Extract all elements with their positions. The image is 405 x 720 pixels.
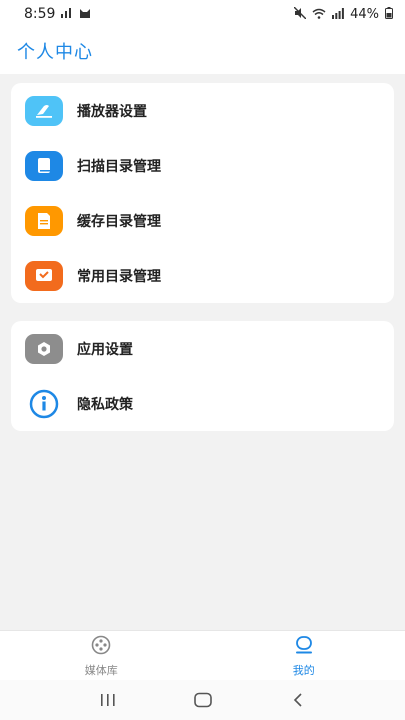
system-nav-bar (0, 680, 405, 720)
status-left: 8:59 (24, 6, 91, 22)
chat-check-icon (25, 260, 63, 291)
menu-card-directories: 播放器设置 扫描目录管理 缓存目录管理 常用目录管理 (11, 83, 394, 303)
menu-item-label: 播放器设置 (77, 103, 147, 120)
menu-item-label: 常用目录管理 (77, 268, 161, 285)
cat-icon (79, 8, 91, 21)
page-title: 个人中心 (17, 42, 93, 63)
menu-item-privacy-policy[interactable]: 隐私政策 (11, 376, 394, 431)
back-icon[interactable] (278, 685, 318, 715)
tab-media-library[interactable]: 媒体库 (0, 631, 203, 681)
menu-item-app-settings[interactable]: 应用设置 (11, 321, 394, 376)
signal-icon (61, 8, 73, 20)
tab-label: 媒体库 (84, 663, 118, 677)
cell-signal-icon (332, 7, 344, 21)
tab-label: 我的 (292, 663, 315, 677)
player-settings-icon (25, 95, 63, 126)
menu-item-label: 隐私政策 (77, 396, 133, 413)
mute-icon (293, 6, 307, 21)
tab-mine[interactable]: 我的 (203, 631, 405, 681)
menu-item-scan-directories[interactable]: 扫描目录管理 (11, 138, 394, 193)
wifi-icon (312, 8, 326, 21)
recents-icon[interactable] (88, 685, 128, 715)
status-time: 8:59 (24, 6, 56, 22)
menu-item-label: 应用设置 (77, 341, 133, 358)
app-header: 个人中心 (0, 28, 405, 74)
menu-card-app: 应用设置 隐私政策 (11, 321, 394, 431)
menu-item-cache-directories[interactable]: 缓存目录管理 (11, 193, 394, 248)
menu-item-label: 缓存目录管理 (77, 213, 161, 230)
home-icon[interactable] (183, 685, 223, 715)
status-right: 44% (293, 6, 393, 22)
battery-icon (385, 7, 393, 21)
bottom-nav: 媒体库 我的 (0, 630, 405, 681)
info-icon (25, 389, 63, 419)
film-reel-icon (90, 635, 112, 659)
document-icon (25, 205, 63, 236)
battery-percent: 44% (350, 6, 379, 22)
menu-item-label: 扫描目录管理 (77, 158, 161, 175)
status-bar: 8:59 44% (0, 0, 405, 28)
book-icon (25, 150, 63, 181)
profile-icon (293, 635, 315, 659)
menu-item-common-directories[interactable]: 常用目录管理 (11, 248, 394, 303)
settings-hex-icon (25, 333, 63, 364)
menu-item-player-settings[interactable]: 播放器设置 (11, 83, 394, 138)
